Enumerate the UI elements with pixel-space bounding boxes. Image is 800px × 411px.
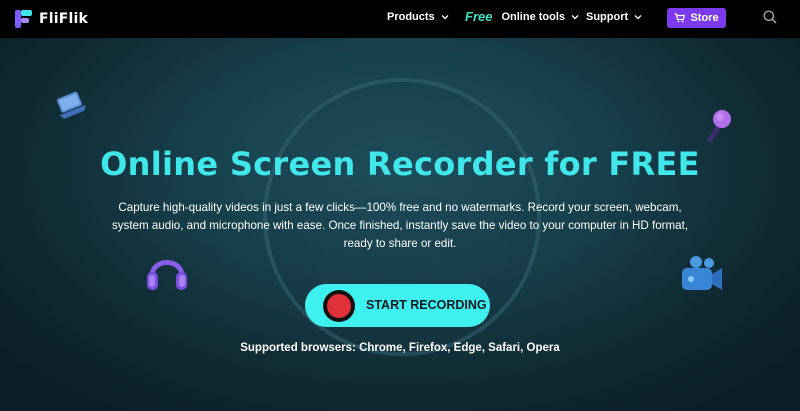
- top-navigation: FliFlik Products Free Online tools Suppo…: [0, 0, 800, 38]
- search-icon[interactable]: [763, 10, 777, 24]
- chevron-down-icon: [634, 15, 642, 20]
- nav-support[interactable]: Support: [586, 11, 642, 23]
- hero-section: Online Screen Recorder for FREE Capture …: [0, 38, 800, 411]
- fliflik-logo-icon: [15, 10, 32, 28]
- page-title: Online Screen Recorder for FREE: [100, 145, 700, 183]
- microphone-icon: [707, 110, 731, 143]
- laptop-icon: [56, 91, 86, 119]
- chevron-down-icon: [441, 15, 449, 20]
- hero-description: Capture high-quality videos in just a fe…: [111, 201, 689, 250]
- nav-products-label: Products: [387, 11, 435, 23]
- store-label: Store: [690, 12, 719, 24]
- brand-name: FliFlik: [39, 11, 89, 27]
- record-icon: [323, 290, 355, 322]
- nav-products[interactable]: Products: [387, 11, 449, 23]
- start-recording-button[interactable]: START RECORDING: [305, 284, 490, 327]
- nav-online-tools-label: Online tools: [501, 10, 566, 23]
- supported-browsers-text: Supported browsers: Chrome, Firefox, Edg…: [240, 342, 560, 354]
- store-button[interactable]: Store: [667, 8, 726, 28]
- start-recording-label: START RECORDING: [366, 298, 487, 312]
- nav-support-label: Support: [586, 11, 629, 23]
- headphones-icon: [147, 260, 187, 290]
- nav-online-tools[interactable]: Free Online tools: [465, 9, 579, 24]
- free-label: Free: [465, 9, 493, 24]
- chevron-down-icon: [571, 14, 579, 19]
- brand-logo[interactable]: FliFlik: [14, 9, 88, 29]
- cart-icon: [674, 13, 686, 23]
- video-camera-icon: [682, 256, 722, 290]
